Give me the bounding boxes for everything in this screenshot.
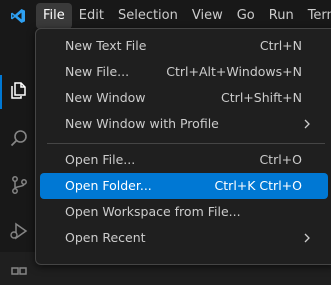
menu-bar: File Edit Selection View Go Run Termi [36,3,331,29]
menu-item-shortcut: Ctrl+N [259,38,302,53]
menu-edit[interactable]: Edit [72,3,111,29]
menu-item-shortcut: Ctrl+Shift+N [221,90,302,105]
menu-item-label: New File... [65,64,130,79]
menu-item-open-file[interactable]: Open File... Ctrl+O [40,147,328,173]
menu-item-open-workspace-from-file[interactable]: Open Workspace from File... [40,199,328,225]
menu-item-new-window-with-profile[interactable]: New Window with Profile [40,111,328,137]
chevron-right-icon [304,119,310,129]
explorer-icon[interactable] [9,81,29,101]
menu-item-open-recent[interactable]: Open Recent [40,225,328,251]
active-indicator [0,75,2,109]
source-control-icon[interactable] [9,175,29,195]
chevron-right-icon [304,233,310,243]
menu-view[interactable]: View [185,3,230,29]
menu-item-new-text-file[interactable]: New Text File Ctrl+N [40,33,328,59]
menu-go[interactable]: Go [230,3,262,29]
menu-item-shortcut: Ctrl+O [259,152,302,167]
menu-run[interactable]: Run [262,3,301,29]
menu-item-new-window[interactable]: New Window Ctrl+Shift+N [40,85,328,111]
menu-item-label: Open Folder... [65,178,152,193]
search-icon[interactable] [9,128,29,148]
menu-separator [47,143,325,144]
menu-item-open-folder[interactable]: Open Folder... Ctrl+K Ctrl+O [40,173,328,199]
menu-item-label: New Window with Profile [65,116,219,131]
menu-item-shortcut: Ctrl+Alt+Windows+N [166,64,302,79]
menu-selection[interactable]: Selection [111,3,185,29]
menu-item-label: Open Workspace from File... [65,204,241,219]
extensions-icon[interactable] [9,265,29,285]
menu-item-label: Open Recent [65,230,146,245]
activity-bar [0,33,36,275]
menu-item-label: New Window [65,90,146,105]
vscode-logo-icon[interactable] [10,8,26,24]
menu-terminal[interactable]: Termi [301,3,331,29]
menu-item-new-file[interactable]: New File... Ctrl+Alt+Windows+N [40,59,328,85]
menu-file[interactable]: File [36,3,72,29]
menu-item-label: New Text File [65,38,147,53]
file-menu-dropdown: New Text File Ctrl+N New File... Ctrl+Al… [35,28,331,265]
menu-item-label: Open File... [65,152,136,167]
menu-item-shortcut: Ctrl+K Ctrl+O [214,178,302,193]
run-debug-icon[interactable] [9,221,29,241]
